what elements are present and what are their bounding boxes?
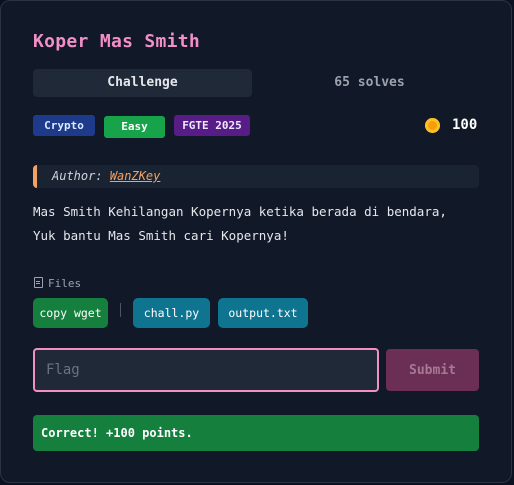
file-download-chall[interactable]: chall.py — [133, 298, 210, 328]
points-value: 100 — [452, 117, 478, 133]
author-line: Author: WanZKey — [33, 165, 479, 188]
category-badge: Crypto — [33, 115, 95, 136]
author-prefix: Author: — [52, 169, 103, 183]
copy-wget-button[interactable]: copy wget — [33, 298, 108, 328]
file-icon — [34, 277, 43, 288]
difficulty-badge: Easy — [104, 116, 165, 138]
coin-icon — [425, 118, 440, 133]
flag-input[interactable] — [33, 348, 379, 392]
tab-solves[interactable]: 65 solves — [260, 69, 479, 97]
tab-challenge[interactable]: Challenge — [33, 69, 252, 97]
file-download-output[interactable]: output.txt — [218, 298, 308, 328]
author-link[interactable]: WanZKey — [110, 169, 161, 183]
challenge-description: Mas Smith Kehilangan Kopernya ketika ber… — [33, 204, 447, 243]
challenge-tabs: Challenge 65 solves — [33, 69, 479, 97]
files-divider — [120, 303, 121, 317]
challenge-title: Koper Mas Smith — [33, 31, 201, 52]
files-label: Files — [48, 277, 82, 290]
challenge-card: Koper Mas Smith Challenge 65 solves Cryp… — [0, 0, 512, 483]
files-heading: Files — [34, 277, 81, 291]
submit-button[interactable]: Submit — [386, 349, 479, 391]
event-badge: FGTE 2025 — [174, 115, 250, 136]
result-message: Correct! +100 points. — [33, 415, 479, 451]
